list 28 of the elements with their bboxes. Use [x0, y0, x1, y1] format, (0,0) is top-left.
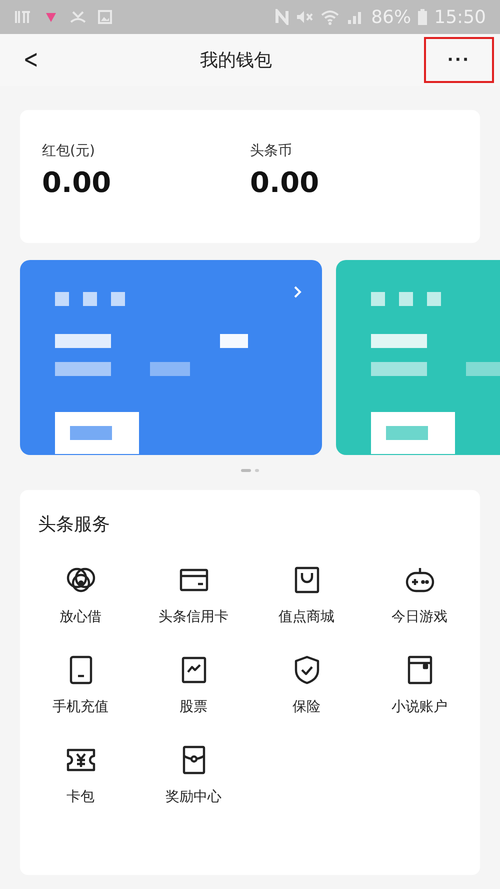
- service-item[interactable]: 保险: [250, 654, 363, 716]
- section-title: 头条服务: [38, 513, 110, 536]
- service-item[interactable]: 股票: [137, 654, 250, 716]
- battery-icon: [418, 9, 428, 25]
- missed-call-icon: [70, 10, 86, 24]
- service-item[interactable]: 值点商城: [250, 564, 363, 626]
- service-item[interactable]: 小说账户: [363, 654, 476, 716]
- balance-label: 头条币: [250, 142, 292, 160]
- balance-amount: 0.00: [250, 166, 320, 199]
- wifi-icon: [321, 9, 340, 25]
- blurred-card[interactable]: [336, 260, 500, 455]
- blurred-card[interactable]: [20, 260, 322, 455]
- page-title: 我的钱包: [200, 49, 272, 72]
- nfc-icon: [275, 9, 290, 25]
- app-icon: [44, 10, 58, 24]
- back-button[interactable]: <: [19, 45, 43, 75]
- mute-icon: [296, 10, 314, 24]
- balance-amount: 0.00: [42, 166, 112, 199]
- service-item[interactable]: 手机充值: [24, 654, 137, 716]
- service-item[interactable]: 卡包: [24, 744, 137, 806]
- balance-label: 红包(元): [42, 142, 95, 160]
- service-item[interactable]: 头条信用卡: [137, 564, 250, 626]
- service-item[interactable]: 奖励中心: [137, 744, 250, 806]
- app-icon: [14, 9, 32, 25]
- service-item[interactable]: 今日游戏: [363, 564, 476, 626]
- image-icon: [98, 10, 112, 24]
- more-button[interactable]: ···: [424, 37, 494, 83]
- service-item[interactable]: 放心借: [24, 564, 137, 626]
